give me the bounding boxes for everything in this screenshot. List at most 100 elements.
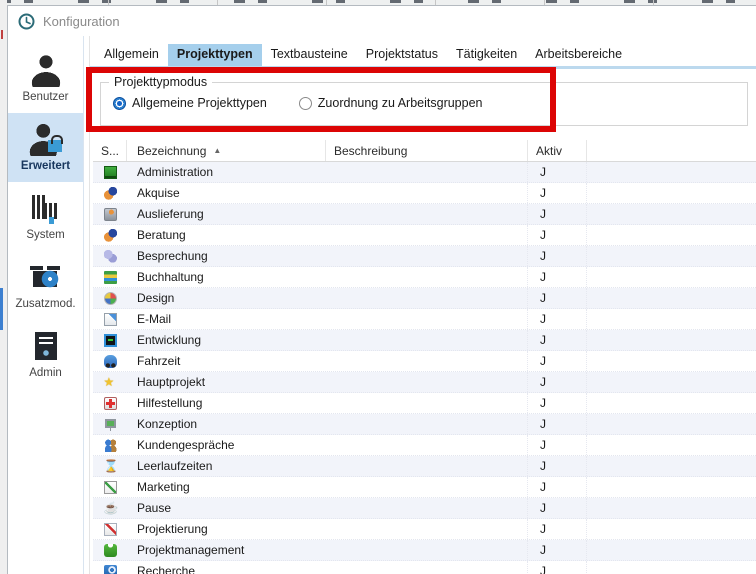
- column-header-bezeichnung[interactable]: Bezeichnung ▲: [127, 140, 326, 161]
- cell-bezeichnung: Entwicklung: [127, 333, 326, 347]
- cell-bezeichnung: Projektierung: [127, 522, 326, 536]
- first-aid-icon: [104, 397, 117, 410]
- table-row[interactable]: Projektmanagement J: [93, 540, 756, 561]
- cell-aktiv: J: [528, 204, 587, 224]
- table-row[interactable]: Konzeption J: [93, 414, 756, 435]
- tab-textbausteine[interactable]: Textbausteine: [262, 44, 357, 66]
- radio-option-label: Zuordnung zu Arbeitsgruppen: [318, 96, 483, 110]
- cell-bezeichnung: Besprechung: [127, 249, 326, 263]
- cell-aktiv: J: [528, 246, 587, 266]
- projekttypmodus-groupbox: Projekttypmodus Allgemeine Projekttypen …: [100, 82, 748, 126]
- cell-bezeichnung: Pause: [127, 501, 326, 515]
- radio-button-icon[interactable]: [299, 97, 312, 110]
- cell-aktiv: J: [528, 162, 587, 182]
- sidebar: Benutzer Erweitert System Zusatzmod. Adm…: [8, 36, 84, 574]
- sidebar-item-label: System: [8, 229, 83, 241]
- radio-button-icon[interactable]: [113, 97, 126, 110]
- column-header-aktiv[interactable]: Aktiv: [528, 140, 587, 161]
- sidebar-item-system[interactable]: System: [8, 182, 83, 251]
- tab-label: Projekttypen: [177, 47, 253, 61]
- cell-beschreibung: [326, 309, 528, 329]
- presentation-icon: [104, 418, 117, 431]
- cell-beschreibung: [326, 498, 528, 518]
- cell-beschreibung: [326, 519, 528, 539]
- sidebar-item-zusatzmod[interactable]: Zusatzmod.: [8, 251, 83, 320]
- cell-aktiv: J: [528, 372, 587, 392]
- cell-aktiv: J: [528, 414, 587, 434]
- table-row[interactable]: E-Mail J: [93, 309, 756, 330]
- table-header-row: S... Bezeichnung ▲ Beschreibung Aktiv: [93, 140, 756, 162]
- cell-bezeichnung: Konzeption: [127, 417, 326, 431]
- cell-beschreibung: [326, 372, 528, 392]
- column-header-beschreibung[interactable]: Beschreibung: [326, 140, 528, 161]
- cell-beschreibung: [326, 540, 528, 560]
- cell-beschreibung: [326, 477, 528, 497]
- konfiguration-dialog: Konfiguration Benutzer Erweitert System …: [7, 5, 756, 574]
- cell-bezeichnung: Beratung: [127, 228, 326, 242]
- sidebar-item-benutzer[interactable]: Benutzer: [8, 44, 83, 113]
- research-icon: [104, 565, 117, 574]
- table-row[interactable]: Buchhaltung J: [93, 267, 756, 288]
- tab-allgemein[interactable]: Allgemein: [95, 44, 168, 66]
- cell-bezeichnung: Fahrzeit: [127, 354, 326, 368]
- table-row[interactable]: Administration J: [93, 162, 756, 183]
- table-row[interactable]: Beratung J: [93, 225, 756, 246]
- cell-beschreibung: [326, 456, 528, 476]
- sidebar-item-admin[interactable]: Admin: [8, 320, 83, 389]
- table-row[interactable]: Akquise J: [93, 183, 756, 204]
- cell-beschreibung: [326, 267, 528, 287]
- table-row[interactable]: Marketing J: [93, 477, 756, 498]
- table-row[interactable]: Design J: [93, 288, 756, 309]
- tab-projekttypen[interactable]: Projekttypen: [168, 44, 262, 66]
- column-header-label: Bezeichnung: [137, 144, 206, 158]
- background-blue-mark: [0, 288, 3, 330]
- radio-option-allgemeine-projekttypen[interactable]: Allgemeine Projekttypen: [113, 96, 267, 110]
- clock-icon: [18, 13, 35, 30]
- column-header-filler: [587, 140, 756, 161]
- cell-aktiv: J: [528, 183, 587, 203]
- tab-label: Textbausteine: [271, 47, 348, 61]
- cell-bezeichnung: Marketing: [127, 480, 326, 494]
- table-row[interactable]: Hilfestellung J: [93, 393, 756, 414]
- tab-label: Tätigkeiten: [456, 47, 517, 61]
- table-row[interactable]: Kundengespräche J: [93, 435, 756, 456]
- cell-aktiv: J: [528, 477, 587, 497]
- cell-bezeichnung: E-Mail: [127, 312, 326, 326]
- cell-aktiv: J: [528, 330, 587, 350]
- groupbox-title: Projekttypmodus: [109, 75, 212, 89]
- cell-aktiv: J: [528, 393, 587, 413]
- addon-box-icon: [29, 260, 63, 294]
- table-row[interactable]: Entwicklung J: [93, 330, 756, 351]
- table-row[interactable]: Recherche J: [93, 561, 756, 574]
- user-lock-icon: [29, 122, 63, 156]
- table-row[interactable]: Projektierung J: [93, 519, 756, 540]
- cell-beschreibung: [326, 435, 528, 455]
- column-header-label: Beschreibung: [334, 144, 407, 158]
- table-row[interactable]: Hauptprojekt J: [93, 372, 756, 393]
- background-window-strip-left: [0, 0, 7, 574]
- console-icon: [104, 334, 117, 347]
- table-row[interactable]: Fahrzeit J: [93, 351, 756, 372]
- radio-option-zuordnung-zu-arbeitsgruppen[interactable]: Zuordnung zu Arbeitsgruppen: [299, 96, 483, 110]
- tab-label: Projektstatus: [366, 47, 438, 61]
- cell-bezeichnung: Hauptprojekt: [127, 375, 326, 389]
- column-header-symbol[interactable]: S...: [93, 140, 127, 161]
- sidebar-item-label: Zusatzmod.: [8, 298, 83, 310]
- table-row[interactable]: Besprechung J: [93, 246, 756, 267]
- tab-arbeitsbereiche[interactable]: Arbeitsbereiche: [526, 44, 631, 66]
- sidebar-item-erweitert[interactable]: Erweitert: [8, 113, 83, 182]
- cell-beschreibung: [326, 351, 528, 371]
- table-row[interactable]: Auslieferung J: [93, 204, 756, 225]
- building-icon: [29, 191, 63, 225]
- table-row[interactable]: Pause J: [93, 498, 756, 519]
- tab-projektstatus[interactable]: Projektstatus: [357, 44, 447, 66]
- document-pen-icon: [104, 523, 117, 536]
- books-icon: [104, 271, 117, 284]
- circuit-card-icon: [104, 166, 117, 179]
- table-body: Administration J Akquise J Auslieferung …: [93, 162, 756, 574]
- sidebar-item-label: Admin: [8, 367, 83, 379]
- tab-tätigkeiten[interactable]: Tätigkeiten: [447, 44, 526, 66]
- background-red-mark: [1, 30, 3, 39]
- cell-aktiv: J: [528, 351, 587, 371]
- table-row[interactable]: Leerlaufzeiten J: [93, 456, 756, 477]
